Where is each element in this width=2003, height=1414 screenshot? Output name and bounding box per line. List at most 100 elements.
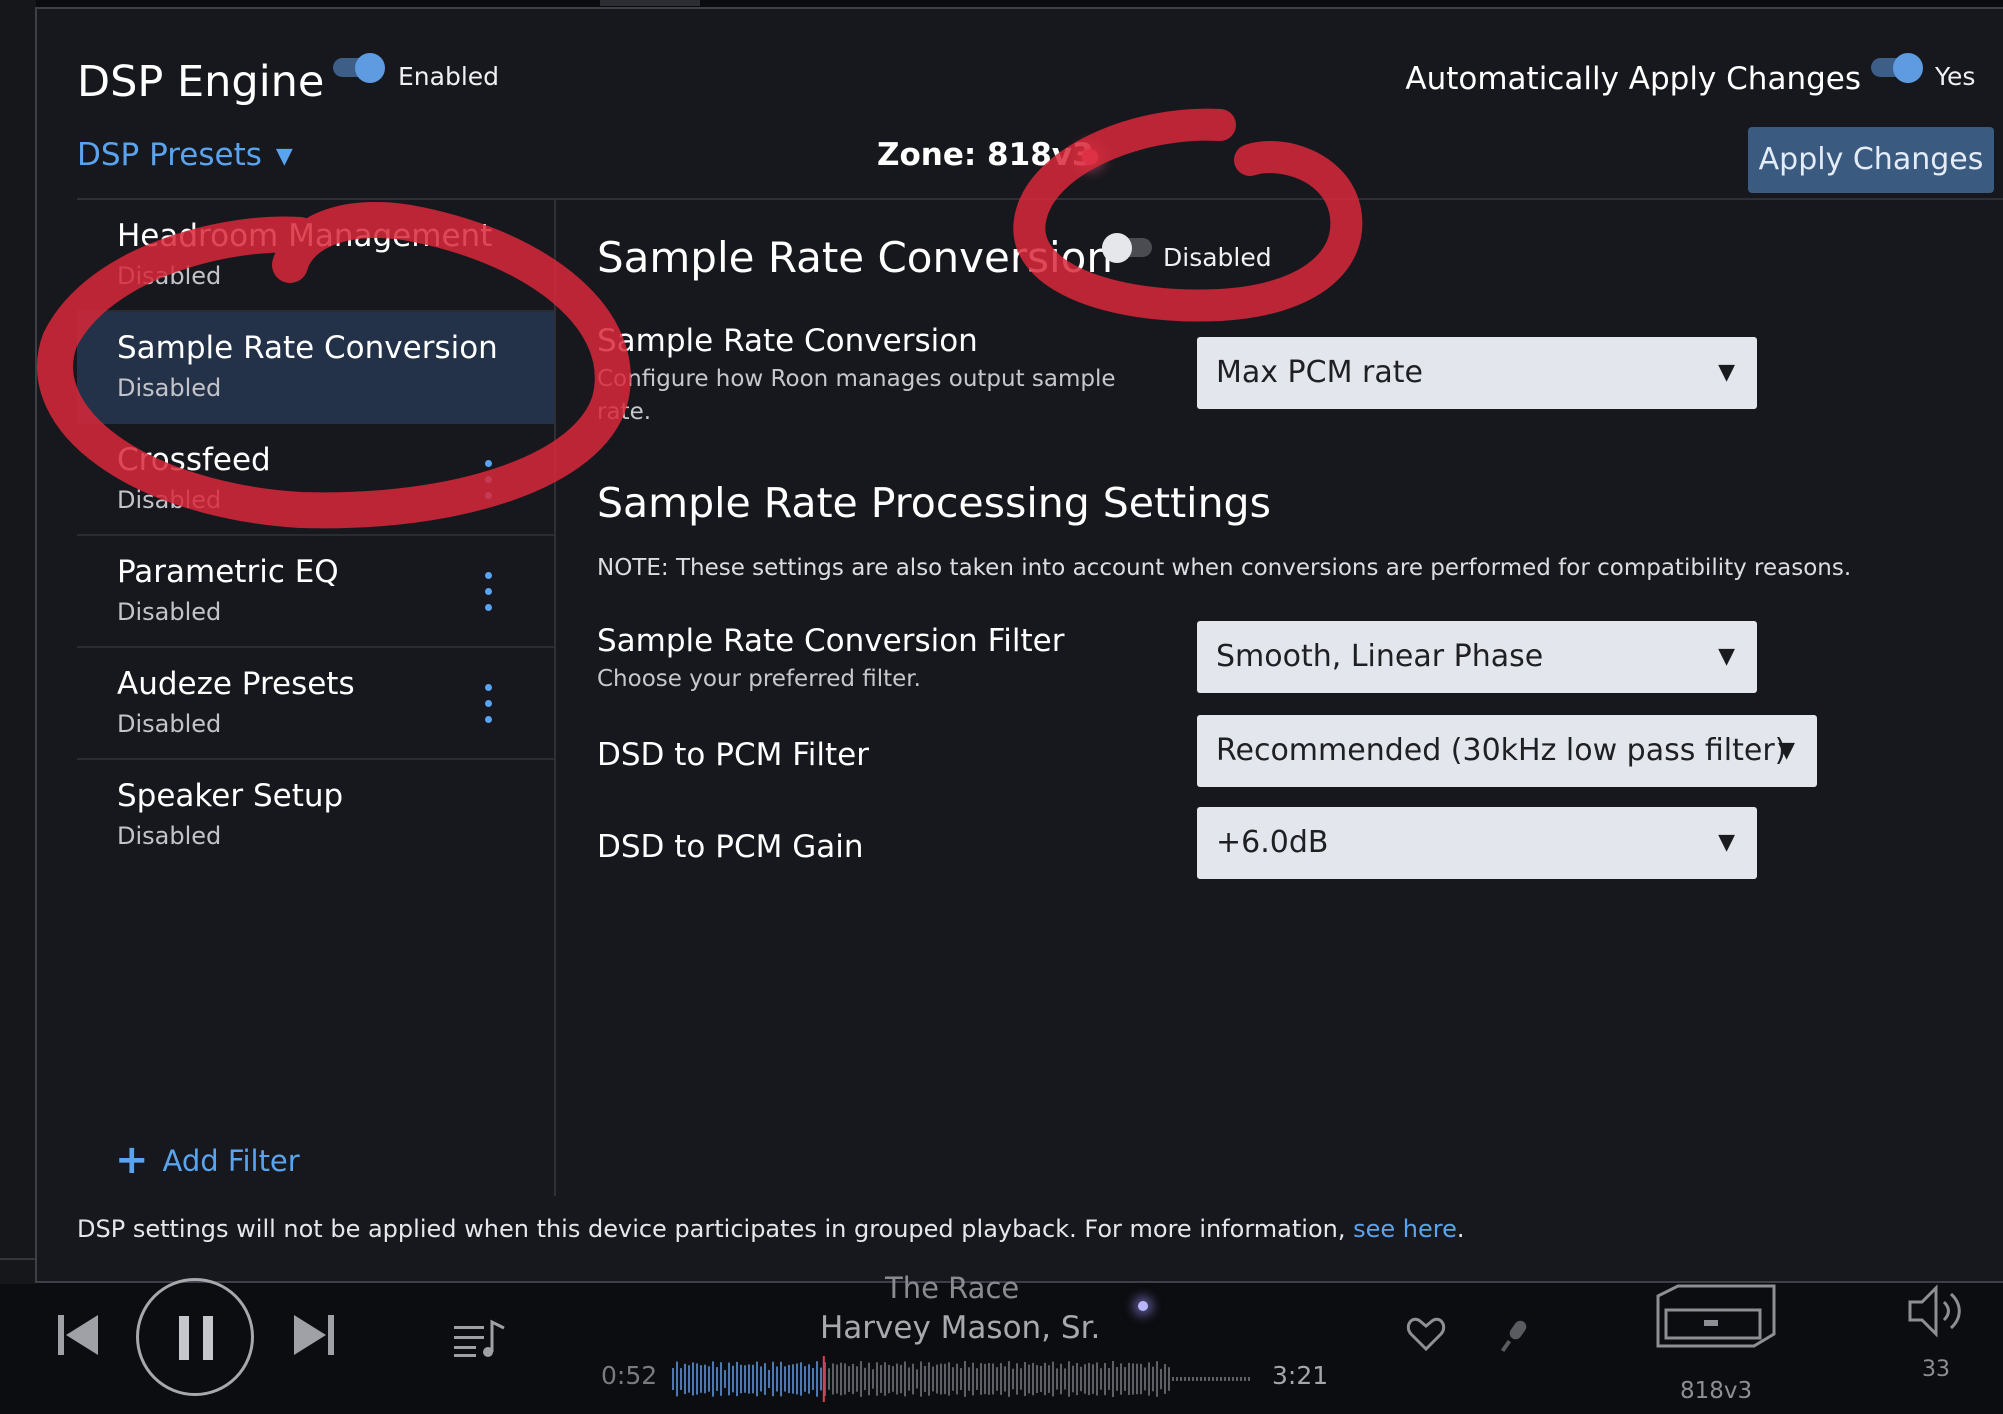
- see-here-link[interactable]: see here: [1353, 1215, 1457, 1243]
- dsd-gain-select[interactable]: +6.0dB ▼: [1197, 807, 1757, 879]
- add-filter-label: Add Filter: [162, 1144, 300, 1178]
- waveform-bar: [840, 1362, 842, 1396]
- waveform-bar: [1028, 1364, 1030, 1394]
- waveform-bar: [968, 1367, 970, 1391]
- chevron-down-icon: ▼: [1718, 830, 1735, 855]
- caret-down-icon: ▼: [275, 144, 293, 169]
- waveform-bar: [924, 1366, 926, 1392]
- add-filter-button[interactable]: + Add Filter: [115, 1137, 300, 1186]
- waveform-bar: [764, 1363, 766, 1395]
- filter-item-audeze-presets[interactable]: Audeze Presets Disabled: [77, 648, 554, 760]
- dsp-enabled-toggle[interactable]: [333, 53, 385, 83]
- waveform-bar: [1096, 1362, 1098, 1396]
- waveform-bar: [1044, 1362, 1046, 1396]
- chevron-down-icon: ▼: [1718, 360, 1735, 385]
- waveform-bar: [916, 1369, 918, 1389]
- filter-name: Sample Rate Conversion: [117, 330, 498, 366]
- more-options-icon[interactable]: [481, 460, 495, 510]
- heart-icon[interactable]: [1406, 1316, 1446, 1352]
- waveform-bar: [704, 1364, 706, 1394]
- processing-settings-title: Sample Rate Processing Settings: [597, 479, 1271, 527]
- elapsed-time: 0:52: [601, 1361, 658, 1390]
- waveform-bar: [680, 1368, 682, 1390]
- waveform-bar: [736, 1361, 738, 1397]
- more-options-icon[interactable]: [481, 684, 495, 734]
- section-title: Sample Rate Conversion: [597, 233, 1113, 282]
- playhead-marker[interactable]: [822, 1356, 825, 1402]
- filter-item-crossfeed[interactable]: Crossfeed Disabled: [77, 424, 554, 536]
- waveform-bar: [960, 1368, 962, 1390]
- sample-rate-conversion-toggle-label: Disabled: [1163, 243, 1272, 272]
- waveform-bar: [1072, 1365, 1074, 1393]
- waveform-bar: [932, 1366, 934, 1392]
- filter-name: Speaker Setup: [117, 778, 344, 814]
- waveform-bar: [1236, 1377, 1238, 1381]
- waveform-bar: [976, 1368, 978, 1390]
- waveform-bar: [740, 1364, 742, 1394]
- queue-icon[interactable]: [452, 1316, 508, 1360]
- dsp-presets-dropdown[interactable]: DSP Presets ▼: [77, 137, 293, 173]
- src-filter-label: Sample Rate Conversion Filter: [597, 623, 1065, 659]
- waveform-bar: [884, 1362, 886, 1396]
- player-zone-label[interactable]: 818v3: [1680, 1378, 1752, 1404]
- waveform-bar: [716, 1367, 718, 1391]
- waveform-bar: [760, 1366, 762, 1392]
- divider: [554, 200, 556, 1196]
- src-filter-select[interactable]: Smooth, Linear Phase ▼: [1197, 621, 1757, 693]
- auto-apply-toggle[interactable]: [1871, 53, 1923, 83]
- dialog-title: DSP Engine: [77, 57, 325, 107]
- microphone-icon[interactable]: [1500, 1318, 1536, 1354]
- waveform-bar: [812, 1368, 814, 1390]
- zone-label: Zone: 818v3: [877, 137, 1094, 173]
- waveform-bar: [996, 1367, 998, 1391]
- waveform-bar: [1164, 1364, 1166, 1394]
- next-track-icon[interactable]: [292, 1310, 336, 1360]
- waveform-bar: [1184, 1377, 1186, 1381]
- volume-icon[interactable]: [1906, 1284, 1966, 1338]
- waveform-bar: [1156, 1361, 1158, 1397]
- dsd-filter-value: Recommended (30kHz low pass filter): [1216, 733, 1787, 768]
- waveform-bar: [1224, 1377, 1226, 1381]
- track-title[interactable]: The Race: [885, 1271, 1019, 1305]
- pause-button[interactable]: [136, 1278, 254, 1396]
- filter-list: Headroom Management Disabled Sample Rate…: [77, 200, 554, 872]
- src-mode-select[interactable]: Max PCM rate ▼: [1197, 337, 1757, 409]
- waveform-bar: [804, 1366, 806, 1392]
- waveform-bar: [1056, 1368, 1058, 1390]
- filter-item-speaker-setup[interactable]: Speaker Setup Disabled: [77, 760, 554, 872]
- dsd-filter-select[interactable]: Recommended (30kHz low pass filter) ▼: [1197, 715, 1817, 787]
- waveform-bar: [1024, 1362, 1026, 1396]
- previous-track-icon[interactable]: [56, 1310, 100, 1360]
- filter-item-sample-rate-conversion[interactable]: Sample Rate Conversion Disabled: [77, 312, 554, 424]
- waveform-bar: [1016, 1363, 1018, 1395]
- top-scroll-indicator: [600, 0, 700, 6]
- waveform-bar: [792, 1364, 794, 1394]
- filter-item-parametric-eq[interactable]: Parametric EQ Disabled: [77, 536, 554, 648]
- more-options-icon[interactable]: [481, 572, 495, 622]
- waveform-bar: [728, 1362, 730, 1396]
- filter-item-headroom-management[interactable]: Headroom Management Disabled: [77, 200, 554, 312]
- apply-changes-button[interactable]: Apply Changes: [1748, 127, 1994, 193]
- volume-level: 33: [1922, 1357, 1950, 1382]
- waveform-bar: [992, 1363, 994, 1395]
- dsd-gain-label: DSD to PCM Gain: [597, 829, 864, 865]
- waveform-bar: [1008, 1361, 1010, 1397]
- waveform-bar: [1040, 1365, 1042, 1392]
- waveform-bar: [1004, 1366, 1006, 1392]
- waveform-bar: [928, 1362, 930, 1396]
- track-artist[interactable]: Harvey Mason, Sr.: [820, 1310, 1100, 1346]
- sparkle-icon: [1082, 149, 1098, 165]
- waveform-bar: [844, 1363, 846, 1395]
- grouped-playback-note: DSP settings will not be applied when th…: [77, 1215, 1464, 1243]
- waveform-bar: [1104, 1363, 1106, 1396]
- seek-waveform[interactable]: [672, 1356, 1252, 1402]
- waveform-bar: [676, 1361, 678, 1397]
- waveform-bar: [1208, 1377, 1210, 1381]
- waveform-bar: [1216, 1377, 1218, 1381]
- device-icon[interactable]: [1648, 1284, 1778, 1354]
- waveform-bar: [1064, 1368, 1066, 1390]
- waveform-bar: [776, 1366, 778, 1392]
- filter-status: Disabled: [117, 262, 222, 290]
- sample-rate-conversion-toggle[interactable]: [1102, 233, 1152, 263]
- dsp-enabled-label: Enabled: [398, 62, 500, 91]
